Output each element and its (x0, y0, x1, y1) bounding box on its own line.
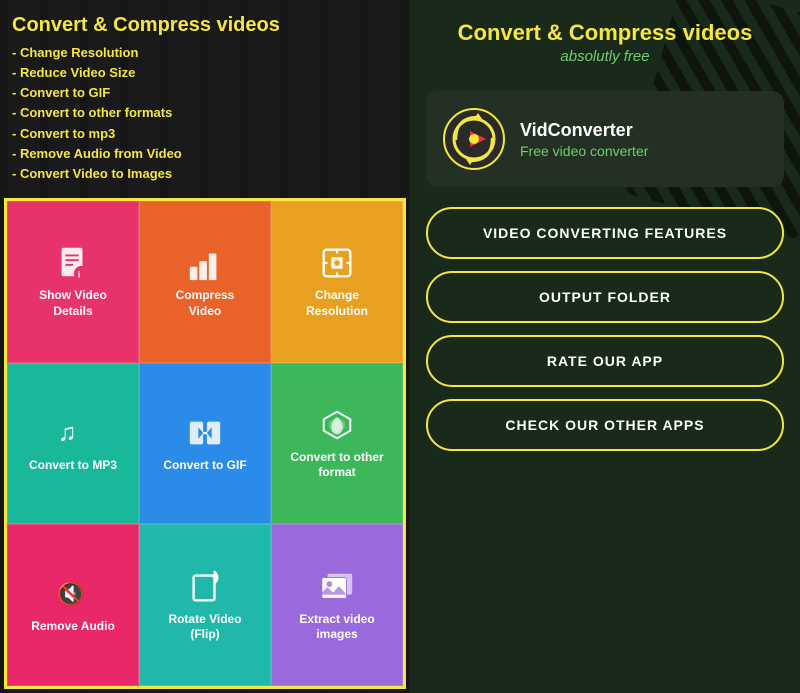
feature-grid: i Show VideoDetails CompressVideo (4, 198, 406, 689)
grid-rotate-video[interactable]: Rotate Video(Flip) (139, 524, 271, 686)
grid-convert-gif[interactable]: Convert to GIF (139, 363, 271, 525)
app-desc: Free video converter (520, 143, 648, 159)
svg-text:🔇: 🔇 (57, 581, 85, 607)
right-header: Convert & Compress videos absolutly free (410, 0, 800, 81)
grid-show-video-details[interactable]: i Show VideoDetails (7, 201, 139, 363)
feature-item: - Convert to GIF (12, 83, 398, 103)
output-folder-button[interactable]: OUTPUT FOLDER (426, 271, 784, 323)
grid-label-convert-gif: Convert to GIF (163, 458, 246, 474)
app-name: VidConverter (520, 120, 648, 141)
grid-label-remove-audio: Remove Audio (31, 619, 115, 635)
feature-item: - Convert to mp3 (12, 124, 398, 144)
feature-item: - Change Resolution (12, 43, 398, 63)
audio-off-icon: 🔇 (54, 575, 92, 613)
mp3-icon: ♫ (54, 414, 92, 452)
grid-label-change-resolution: ChangeResolution (306, 288, 368, 319)
compress-icon (186, 244, 224, 282)
check-other-apps-button[interactable]: CHECK OUR OTHER APPS (426, 399, 784, 451)
left-header: Convert & Compress videos - Change Resol… (0, 0, 410, 194)
grid-extract-images[interactable]: Extract videoimages (271, 524, 403, 686)
grid-label-extract-images: Extract videoimages (299, 612, 374, 643)
grid-label-show-video-details: Show VideoDetails (39, 288, 107, 319)
right-title: Convert & Compress videos (426, 20, 784, 46)
app-logo-icon (442, 107, 506, 171)
grid-label-compress-video: CompressVideo (176, 288, 235, 319)
doc-icon: i (54, 244, 92, 282)
grid-convert-mp3[interactable]: ♫ Convert to MP3 (7, 363, 139, 525)
right-subtitle: absolutly free (426, 48, 784, 65)
feature-item: - Convert Video to Images (12, 164, 398, 184)
svg-text:i: i (78, 269, 81, 280)
grid-remove-audio[interactable]: 🔇 Remove Audio (7, 524, 139, 686)
left-title: Convert & Compress videos (12, 14, 398, 37)
rotate-icon (186, 568, 224, 606)
gif-icon (186, 414, 224, 452)
images-icon (318, 568, 356, 606)
rate-our-app-button[interactable]: RATE OUR APP (426, 335, 784, 387)
grid-convert-format[interactable]: Convert to otherformat (271, 363, 403, 525)
svg-text:♫: ♫ (58, 419, 77, 446)
features-list: - Change Resolution- Reduce Video Size- … (12, 43, 398, 184)
grid-compress-video[interactable]: CompressVideo (139, 201, 271, 363)
app-info-card: VidConverter Free video converter (426, 91, 784, 187)
menu-buttons: VIDEO CONVERTING FEATURES OUTPUT FOLDER … (410, 207, 800, 693)
grid-change-resolution[interactable]: ChangeResolution (271, 201, 403, 363)
resolution-icon (318, 244, 356, 282)
format-icon (318, 406, 356, 444)
app-text: VidConverter Free video converter (520, 120, 648, 159)
feature-item: - Convert to other formats (12, 103, 398, 123)
grid-label-convert-format: Convert to otherformat (290, 450, 383, 481)
video-converting-features-button[interactable]: VIDEO CONVERTING FEATURES (426, 207, 784, 259)
feature-item: - Reduce Video Size (12, 63, 398, 83)
feature-item: - Remove Audio from Video (12, 144, 398, 164)
left-panel: Convert & Compress videos - Change Resol… (0, 0, 410, 693)
right-panel: Convert & Compress videos absolutly free… (410, 0, 800, 693)
grid-label-rotate-video: Rotate Video(Flip) (168, 612, 241, 643)
grid-label-convert-mp3: Convert to MP3 (29, 458, 117, 474)
